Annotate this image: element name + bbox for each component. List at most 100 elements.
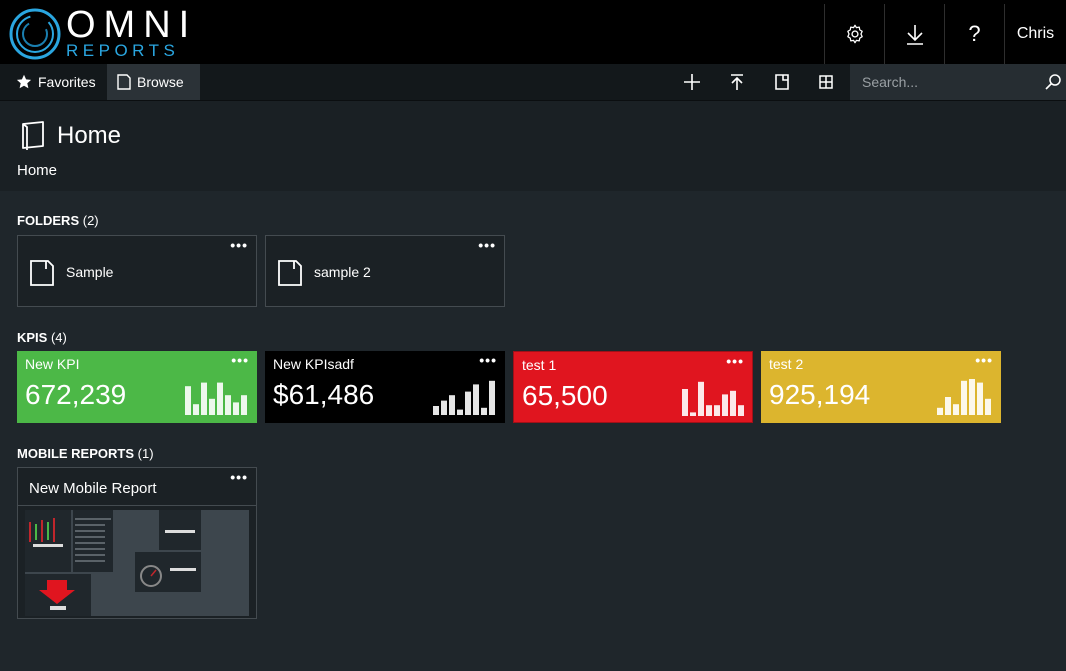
- mobile-report-name: New Mobile Report: [29, 480, 157, 497]
- kpi-bar: [690, 412, 696, 416]
- kpi-bar: [489, 380, 495, 415]
- download-icon: [906, 25, 923, 45]
- top-bar: OMNI REPORTS ? Chris: [0, 0, 1066, 64]
- kpi-value: 65,500: [522, 380, 608, 411]
- kpi-sparkbar-chart: [433, 380, 495, 415]
- thumbnail-preview-image: [25, 510, 201, 616]
- more-options-icon[interactable]: •••: [230, 470, 248, 484]
- tile-divider: [18, 505, 256, 506]
- search-box: [850, 64, 1066, 100]
- kpi-tile-new-kpisadf[interactable]: New KPIsadf $61,486 •••: [265, 351, 505, 423]
- kpi-bar: [722, 394, 728, 416]
- kpis-heading: KPIS (4): [17, 330, 67, 345]
- folder-icon: [30, 260, 54, 286]
- tile-view-icon: [819, 75, 833, 89]
- kpi-bar: [985, 398, 991, 415]
- kpi-bar: [473, 384, 479, 415]
- kpi-name: New KPI: [25, 356, 80, 372]
- nav-bar: Favorites Browse: [0, 64, 1066, 101]
- kpi-name: New KPIsadf: [273, 356, 354, 372]
- view-list-icon: [775, 74, 789, 90]
- kpi-bar: [706, 405, 712, 416]
- folder-tile-sample[interactable]: Sample •••: [17, 235, 257, 307]
- help-button[interactable]: ?: [944, 4, 1004, 64]
- upload-icon: [731, 74, 743, 90]
- kpi-name: test 2: [769, 356, 804, 372]
- browse-icon: [117, 74, 131, 90]
- kpi-bar: [449, 395, 455, 415]
- search-icon[interactable]: [1044, 73, 1062, 91]
- new-item-button[interactable]: [670, 64, 714, 100]
- kpi-bar: [937, 407, 943, 415]
- more-options-icon[interactable]: •••: [479, 353, 497, 367]
- kpi-name: test 1: [522, 357, 557, 373]
- search-input[interactable]: [862, 72, 1032, 92]
- more-options-icon[interactable]: •••: [231, 353, 249, 367]
- breadcrumb[interactable]: Home: [17, 162, 57, 179]
- kpi-bar: [698, 381, 704, 416]
- kpi-value: $61,486: [273, 379, 375, 410]
- mobile-reports-heading: MOBILE REPORTS (1): [17, 446, 154, 461]
- folders-count: (2): [82, 213, 99, 228]
- page-title: Home: [57, 122, 122, 149]
- kpi-tile-test-2[interactable]: test 2 925,194 •••: [761, 351, 1001, 423]
- kpi-value: 925,194: [769, 379, 871, 410]
- page-header: Home Home: [0, 101, 1066, 191]
- folder-name: sample 2: [314, 264, 371, 280]
- mobile-report-thumbnail: [25, 510, 249, 616]
- more-options-icon[interactable]: •••: [478, 238, 496, 252]
- more-options-icon[interactable]: •••: [975, 353, 993, 367]
- kpi-bar: [682, 389, 688, 416]
- settings-button[interactable]: [824, 4, 884, 64]
- kpis-count: (4): [50, 330, 67, 345]
- mobile-reports-count: (1): [137, 446, 154, 461]
- kpi-bar: [945, 397, 951, 415]
- tab-favorites-label: Favorites: [38, 74, 96, 90]
- gear-icon: [846, 24, 863, 44]
- kpi-bar: [201, 382, 207, 415]
- kpi-bar: [465, 391, 471, 415]
- more-options-icon[interactable]: •••: [230, 238, 248, 252]
- omni-reports-logo[interactable]: OMNI REPORTS: [8, 5, 189, 61]
- kpi-bar: [969, 379, 975, 415]
- kpi-bar: [481, 407, 487, 415]
- kpi-bar: [433, 406, 439, 415]
- kpi-bar: [225, 395, 231, 415]
- kpi-bar: [738, 405, 744, 416]
- view-details-button[interactable]: [760, 64, 804, 100]
- kpi-tile-test-1[interactable]: test 1 65,500 •••: [513, 351, 753, 423]
- download-button[interactable]: [884, 4, 944, 64]
- upload-button[interactable]: [715, 64, 759, 100]
- kpi-bar: [961, 380, 967, 415]
- kpi-bar: [241, 395, 247, 415]
- kpi-bar: [977, 382, 983, 415]
- kpi-bar: [457, 409, 463, 415]
- kpi-bar: [209, 398, 215, 415]
- logo-ring-icon: [9, 8, 61, 60]
- folder-tile-sample-2[interactable]: sample 2 •••: [265, 235, 505, 307]
- tile-view-button[interactable]: [804, 64, 848, 100]
- more-options-icon[interactable]: •••: [726, 354, 744, 368]
- kpi-bar: [233, 402, 239, 415]
- help-icon: ?: [968, 21, 981, 46]
- tab-favorites[interactable]: Favorites: [6, 64, 106, 100]
- folder-icon: [278, 260, 302, 286]
- tab-browse[interactable]: Browse: [107, 64, 200, 100]
- folders-heading: FOLDERS (2): [17, 213, 99, 228]
- folders-heading-label: FOLDERS: [17, 213, 80, 228]
- mobile-reports-heading-label: MOBILE REPORTS: [17, 446, 135, 461]
- kpi-sparkbar-chart: [937, 379, 991, 415]
- add-icon: [684, 74, 700, 90]
- mobile-report-tile[interactable]: New Mobile Report •••: [17, 467, 257, 619]
- kpi-sparkbar-chart: [682, 381, 744, 416]
- kpi-tile-new-kpi[interactable]: New KPI 672,239 •••: [17, 351, 257, 423]
- user-menu-button[interactable]: Chris: [1004, 4, 1066, 64]
- kpi-bar: [185, 386, 191, 415]
- logo-reports-text: REPORTS: [66, 41, 180, 60]
- kpi-bar: [953, 404, 959, 415]
- kpis-heading-label: KPIS: [17, 330, 48, 345]
- kpi-bar: [193, 404, 199, 415]
- kpi-bar: [217, 382, 223, 415]
- star-icon: [16, 74, 32, 90]
- logo-omni-text: OMNI: [66, 4, 198, 46]
